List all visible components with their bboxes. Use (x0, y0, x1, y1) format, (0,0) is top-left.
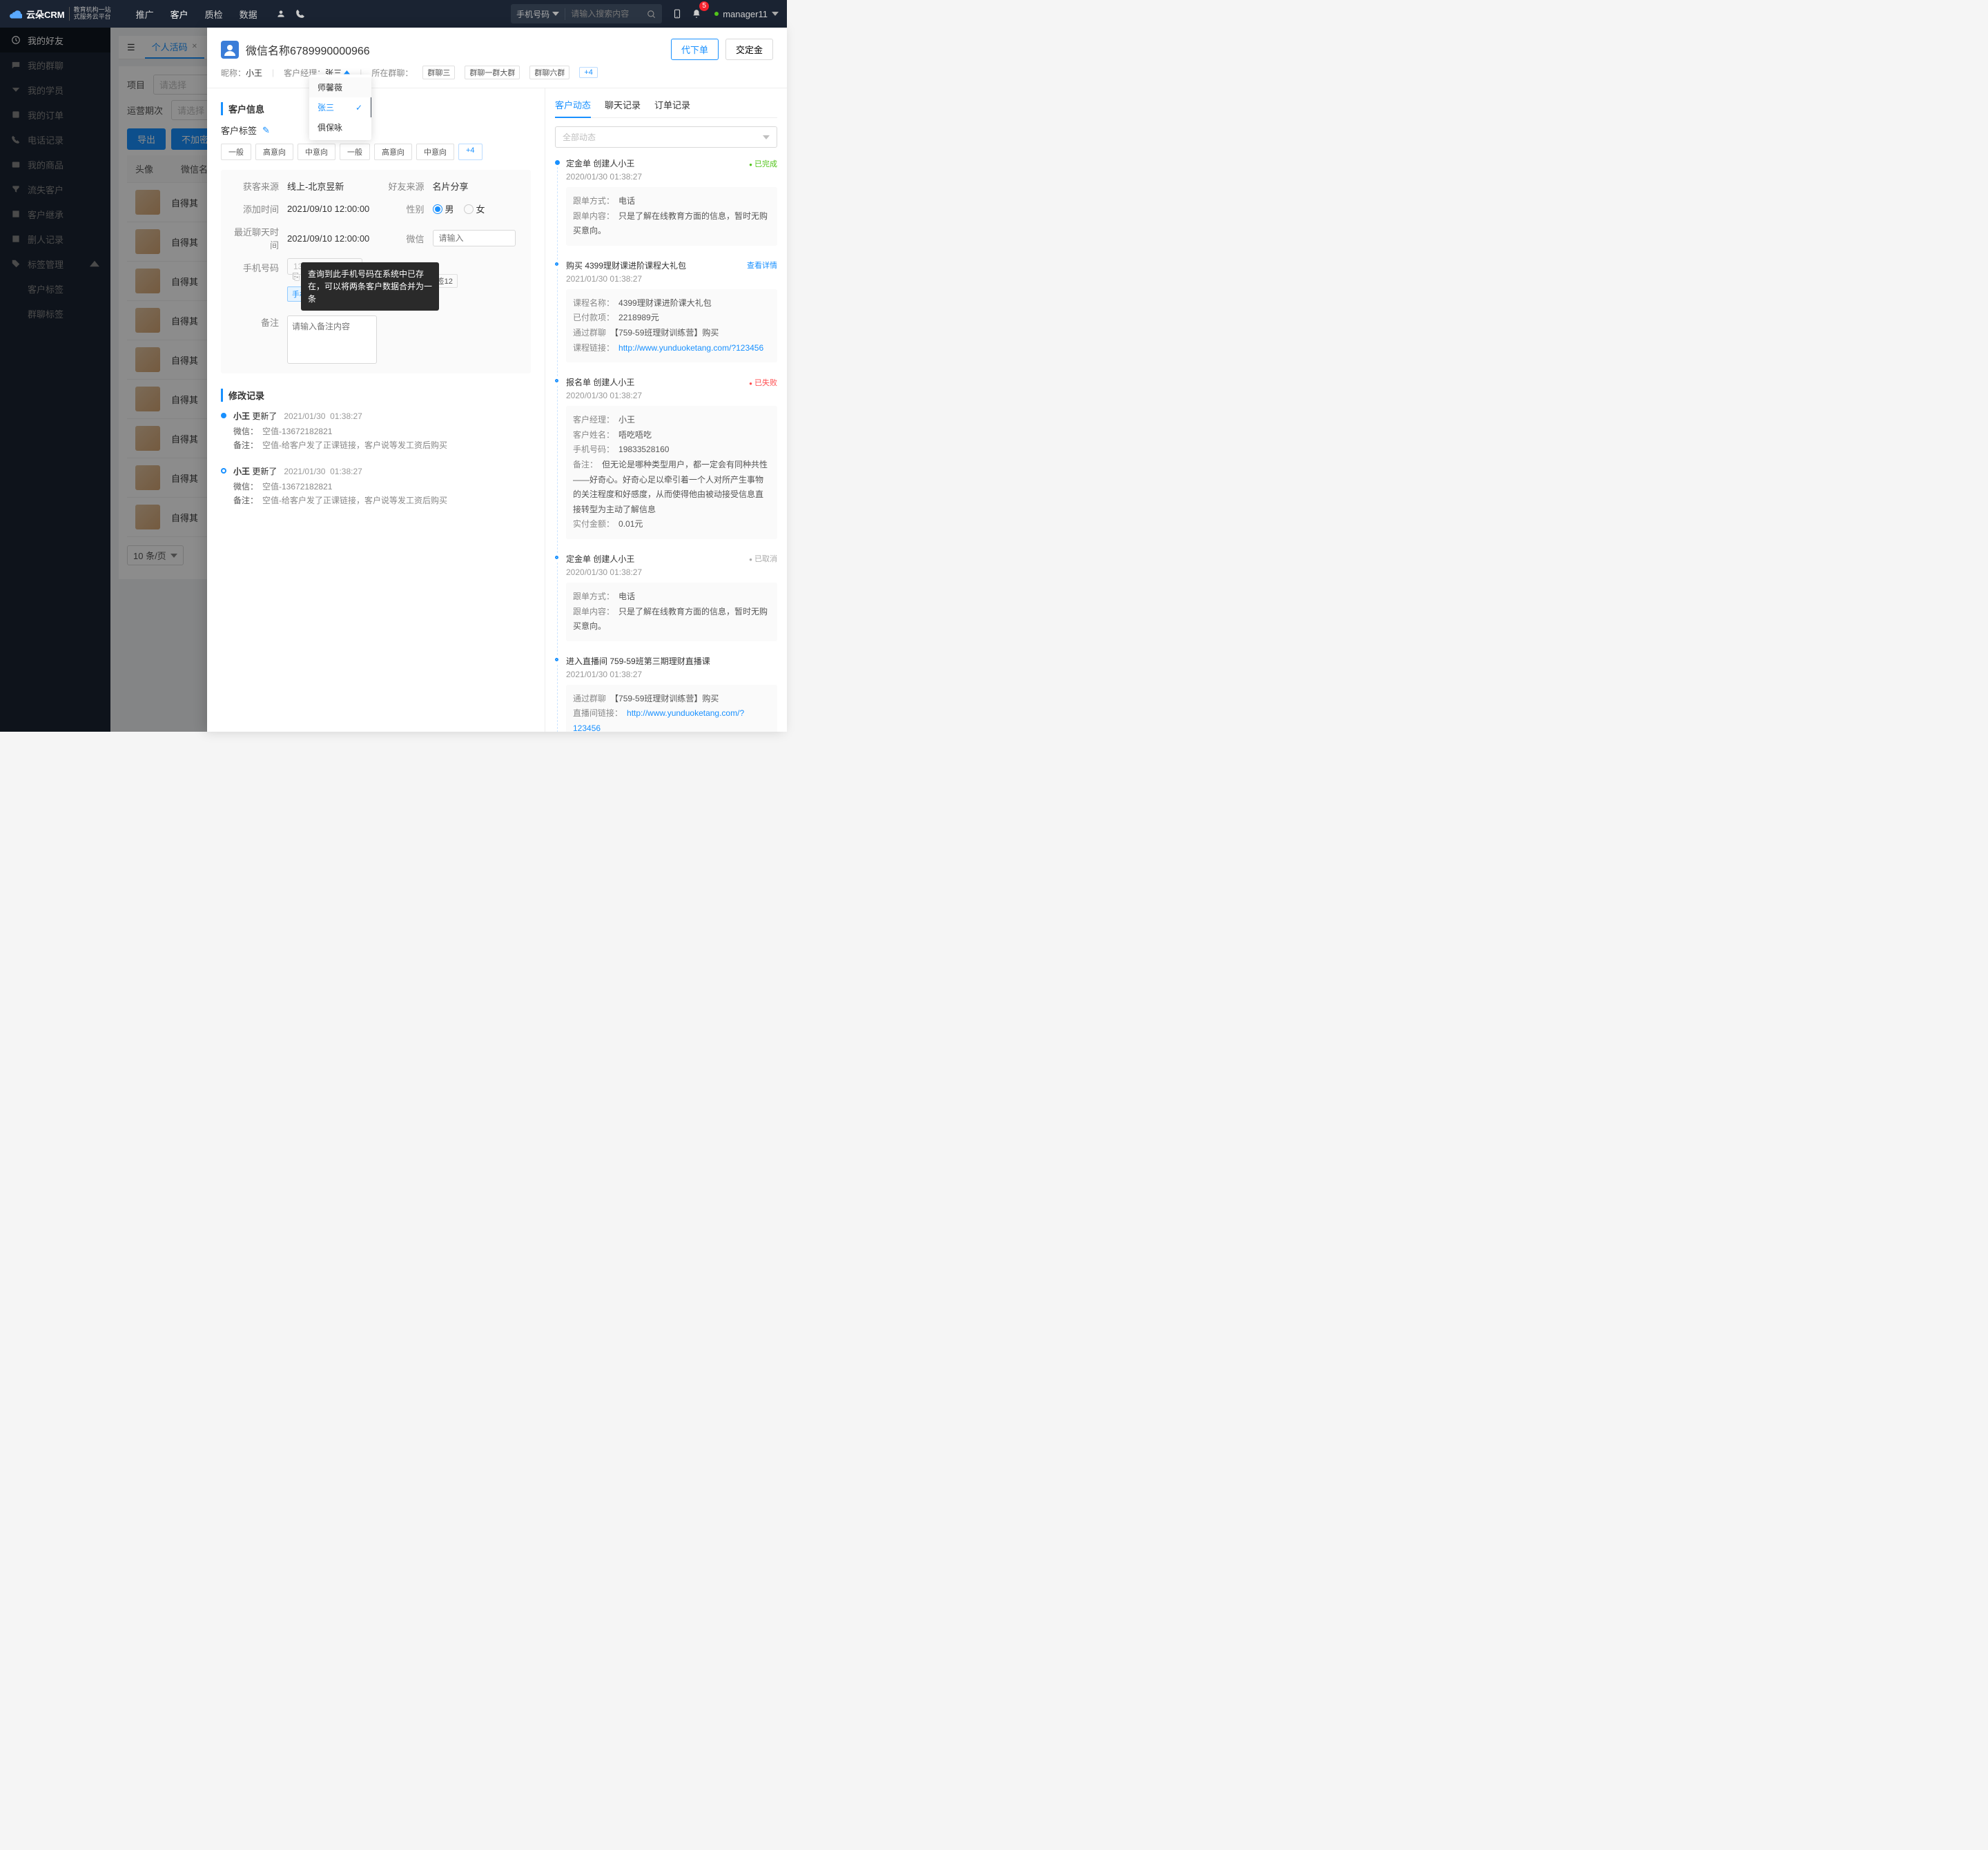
group-chip[interactable]: 群聊三 (422, 66, 455, 79)
log-dot-icon (221, 468, 226, 474)
timeline-card: 客户经理：小王客户姓名：唔吃唔吃手机号码：19833528160备注：但无论是哪… (566, 406, 777, 539)
customer-tag[interactable]: 一般 (221, 144, 251, 160)
timeline-title: 进入直播间 759-59班第三期理财直播课 (566, 655, 777, 667)
status-badge: 已取消 (749, 553, 777, 564)
timeline-link[interactable]: http://www.yunduoketang.com/?123456 (618, 343, 763, 353)
status-badge: 已完成 (749, 158, 777, 169)
timeline-dot-icon (555, 658, 558, 661)
drawer-right: 客户动态 聊天记录 订单记录 全部动态 定金单 创建人小王已完成2020/01/… (545, 88, 787, 732)
dropdown-option[interactable]: 张三✓ (309, 97, 371, 117)
rtab-orders[interactable]: 订单记录 (654, 98, 690, 117)
remark-textarea[interactable] (287, 315, 377, 364)
wechat-input[interactable] (433, 230, 516, 246)
timeline-time: 2020/01/30 01:38:27 (566, 172, 777, 182)
gender-female-radio[interactable]: 女 (464, 202, 485, 215)
timeline-time: 2021/01/30 01:38:27 (566, 274, 777, 284)
nav-qc[interactable]: 质检 (205, 8, 223, 21)
timeline-time: 2020/01/30 01:38:27 (566, 567, 777, 577)
timeline-dot-icon (555, 379, 558, 382)
search-type-select[interactable]: 手机号码 (511, 8, 565, 20)
status-badge: 已失败 (749, 377, 777, 388)
edit-tags-icon[interactable]: ✎ (262, 125, 270, 136)
nav-promo[interactable]: 推广 (136, 8, 154, 21)
section-customer-info: 客户信息 (221, 102, 531, 115)
drawer-title: 微信名称6789990000966 (246, 41, 664, 58)
timeline-item: 定金单 创建人小王已完成 2020/01/30 01:38:27 跟单方式：电话跟单… (566, 157, 777, 246)
section-change-log: 修改记录 (221, 389, 531, 402)
group-chip[interactable]: 群聊六群 (529, 66, 569, 79)
gender-male-radio[interactable]: 男 (433, 202, 454, 215)
drawer-left: 客户信息 客户标签✎ 一般 高意向 中意向 一般 高意向 中意向 +4 获客来源… (207, 88, 545, 732)
top-nav: 推广 客户 质检 数据 (136, 8, 257, 21)
timeline-time: 2021/01/30 01:38:27 (566, 670, 777, 679)
nav-customer[interactable]: 客户 (170, 8, 188, 21)
search-button[interactable] (641, 8, 662, 19)
timeline-dot-icon (555, 556, 558, 559)
phone-icon[interactable] (291, 4, 310, 23)
group-more[interactable]: +4 (579, 67, 598, 78)
rtab-activity[interactable]: 客户动态 (555, 98, 591, 118)
view-detail-link[interactable]: 查看详情 (747, 260, 777, 271)
customer-tag[interactable]: 中意向 (298, 144, 335, 160)
timeline-card: 跟单方式：电话跟单内容：只是了解在线教育方面的信息，暂时无购买意向。 (566, 583, 777, 641)
activity-filter-select[interactable]: 全部动态 (555, 126, 777, 148)
timeline-dot-icon (555, 160, 560, 165)
customer-tag-more[interactable]: +4 (458, 144, 483, 160)
customer-tag[interactable]: 高意向 (374, 144, 412, 160)
timeline-card: 课程名称：4399理财课进阶课大礼包已付款项：2218989元通过群聊【759-… (566, 289, 777, 362)
customer-tag[interactable]: 高意向 (255, 144, 293, 160)
timeline-title: 购买 4399理财课进阶课程大礼包 (566, 260, 747, 271)
nav-data[interactable]: 数据 (240, 8, 257, 21)
phone-exists-tooltip: 查询到此手机号码在系统中已存在，可以将两条客户数据合并为一条 (301, 262, 439, 311)
manager-dropdown: 师馨薇 张三✓ 俱保咏 (309, 75, 371, 140)
timeline-time: 2020/01/30 01:38:27 (566, 391, 777, 400)
rtab-chat[interactable]: 聊天记录 (605, 98, 641, 117)
deposit-button[interactable]: 交定金 (725, 39, 773, 60)
search-group: 手机号码 (511, 4, 662, 23)
timeline-card: 通过群聊【759-59班理财训练营】购买直播间链接：http://www.yun… (566, 685, 777, 732)
wechat-avatar-icon (221, 41, 239, 59)
dropdown-option[interactable]: 俱保咏 (309, 117, 371, 137)
user-menu[interactable]: manager11 (714, 9, 779, 19)
bell-icon[interactable]: 5 (687, 4, 706, 23)
timeline-item: 进入直播间 759-59班第三期理财直播课 2021/01/30 01:38:27… (566, 655, 777, 732)
customer-tag[interactable]: 一般 (340, 144, 370, 160)
dropdown-option[interactable]: 师馨薇 (309, 77, 371, 97)
timeline-dot-icon (555, 262, 558, 266)
topbar: 云朵CRM 教育机构一站式服务云平台 推广 客户 质检 数据 手机号码 5 ma… (0, 0, 787, 28)
timeline-title: 定金单 创建人小王 (566, 157, 749, 169)
timeline-item: 购买 4399理财课进阶课程大礼包查看详情 2021/01/30 01:38:27… (566, 260, 777, 362)
log-dot-icon (221, 413, 226, 418)
timeline-title: 定金单 创建人小王 (566, 553, 749, 565)
timeline-item: 定金单 创建人小王已取消 2020/01/30 01:38:27 跟单方式：电话跟单… (566, 553, 777, 641)
timeline-card: 跟单方式：电话跟单内容：只是了解在线教育方面的信息，暂时无购买意向。 (566, 187, 777, 246)
logo: 云朵CRM 教育机构一站式服务云平台 (8, 7, 111, 21)
proxy-order-button[interactable]: 代下单 (671, 39, 719, 60)
group-chip[interactable]: 群聊一群大群 (465, 66, 520, 79)
mobile-icon[interactable] (667, 4, 687, 23)
search-input[interactable] (565, 9, 641, 19)
customer-drawer: 微信名称6789990000966 代下单 交定金 昵称：小王 | 客户经理：张… (207, 28, 787, 732)
timeline-title: 报名单 创建人小王 (566, 376, 749, 388)
timeline-item: 报名单 创建人小王已失败 2020/01/30 01:38:27 客户经理：小王客户… (566, 376, 777, 539)
customer-tag[interactable]: 中意向 (416, 144, 454, 160)
user-icon[interactable] (271, 4, 291, 23)
